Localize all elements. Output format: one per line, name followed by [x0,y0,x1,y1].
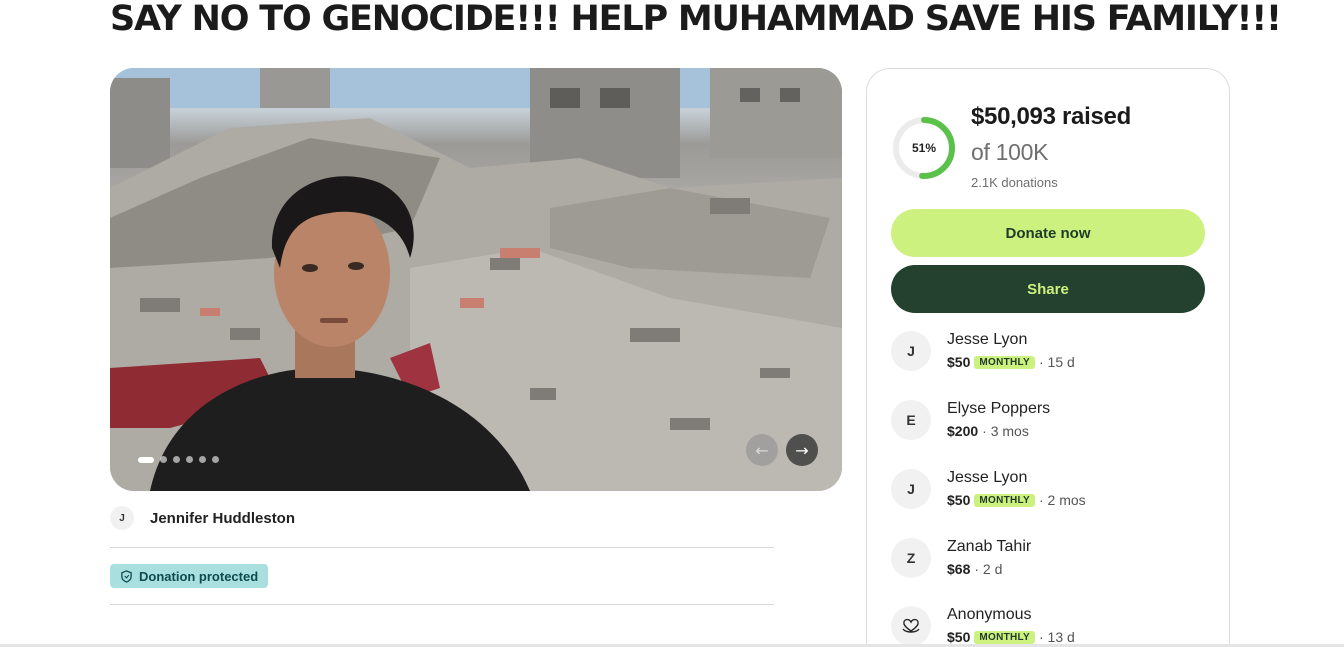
goal-amount: of 100K [971,139,1049,165]
donation-time: · 15 d [1038,354,1075,370]
donation-amount: $50 [947,629,971,645]
arrow-left-icon: ← [755,440,769,460]
organizer[interactable]: J Jennifer Huddleston [110,506,295,530]
carousel-dot[interactable] [160,456,167,463]
donor-meta: $68 · 2 d [947,561,1002,577]
donor-name: Jesse Lyon [947,469,1028,486]
divider [110,604,774,605]
carousel-dot[interactable] [199,456,206,463]
building-right [710,68,842,158]
share-button[interactable]: Share [891,265,1205,313]
donate-now-button[interactable]: Donate now [891,209,1205,257]
building-left [110,78,170,168]
window [600,88,630,108]
heart-hands-icon [902,618,920,633]
donation-protected-badge[interactable]: Donation protected [110,564,269,588]
donor-item: E Elyse Poppers $200 · 3 mos [891,400,1211,444]
donor-item: J Jesse Lyon $50 MONTHLY · 2 mos [891,469,1211,513]
carousel-dot[interactable] [212,456,219,463]
monthly-badge: MONTHLY [974,630,1035,644]
progress-percent: 51% [911,141,937,155]
donor-meta: $50 MONTHLY · 15 d [947,354,1075,370]
divider [110,547,774,548]
amount-raised: $50,093 raised [971,103,1131,130]
donor-name: Jesse Lyon [947,331,1028,348]
carousel-dot[interactable] [173,456,180,463]
donor-name: Anonymous [947,606,1032,623]
monthly-badge: MONTHLY [974,355,1035,369]
shield-icon [121,569,132,583]
donor-avatar: Z [891,538,931,578]
window [550,88,580,108]
campaign-title: SAY NO TO GENOCIDE!!! HELP MUHAMMAD SAVE… [110,0,1282,39]
donor-meta: $50 MONTHLY · 13 d [947,629,1075,645]
donor-avatar: J [891,331,931,371]
donor-avatar [891,606,931,646]
carousel-dot[interactable] [138,456,154,463]
donor-meta: $50 MONTHLY · 2 mos [947,492,1086,508]
organizer-avatar: J [110,506,134,530]
donation-amount: $50 [947,492,971,508]
carousel-dots[interactable] [138,456,219,463]
badge-label: Donation protected [139,568,259,584]
person-eye [302,264,318,272]
donor-item: Z Zanab Tahir $68 · 2 d [891,538,1211,582]
monthly-badge: MONTHLY [974,493,1035,507]
donor-item: Anonymous $50 MONTHLY · 13 d [891,606,1211,647]
photo-scene [110,68,842,491]
carousel-dot[interactable] [186,456,193,463]
campaign-photo[interactable]: ← → [110,68,842,491]
donor-item: J Jesse Lyon $50 MONTHLY · 15 d [891,331,1211,375]
donor-meta: $200 · 3 mos [947,423,1029,439]
window [780,88,800,102]
campaign-page: SAY NO TO GENOCIDE!!! HELP MUHAMMAD SAVE… [0,0,1344,647]
carousel-next-button[interactable]: → [786,434,818,466]
donor-avatar: E [891,400,931,440]
donation-time: · 3 mos [982,423,1029,439]
person-eye [348,262,364,270]
organizer-name: Jennifer Huddleston [150,509,296,527]
building-ruin [260,68,330,108]
donor-avatar: J [891,469,931,509]
donation-amount: $50 [947,354,971,370]
carousel-prev-button[interactable]: ← [746,434,778,466]
window [740,88,760,102]
donation-amount: $68 [947,561,971,577]
donation-count: 2.1K donations [971,175,1058,190]
donor-name: Zanab Tahir [947,538,1032,555]
arrow-right-icon: → [795,440,809,460]
donation-amount: $200 [947,423,979,439]
donation-time: · 2 d [974,561,1003,577]
donation-time: · 2 mos [1038,492,1086,508]
donation-card: 51% $50,093 raised of 100K 2.1K donation… [866,68,1230,647]
donor-name: Elyse Poppers [947,400,1051,417]
donation-time: · 13 d [1038,629,1075,645]
person-mouth [320,318,348,323]
